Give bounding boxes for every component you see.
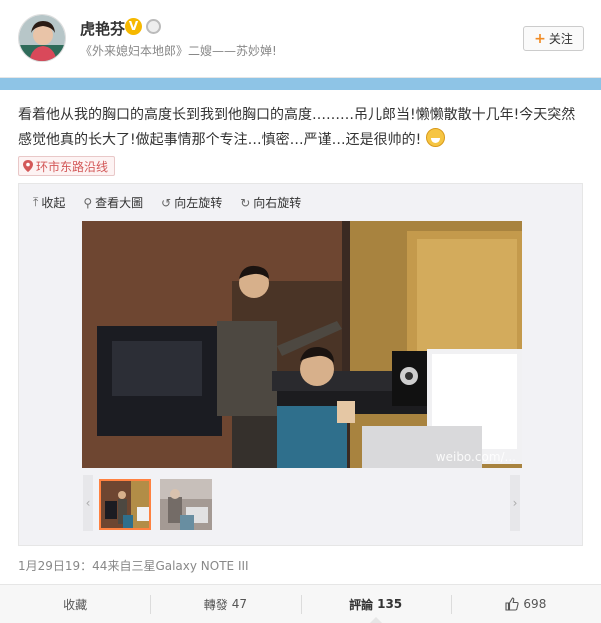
verified-badge-icon: V bbox=[125, 18, 142, 35]
comment-count: 135 bbox=[377, 597, 403, 611]
user-name[interactable]: 虎艳芬 bbox=[80, 18, 125, 39]
view-large-label: 查看大圖 bbox=[95, 196, 144, 210]
watermark-line2: weibo.com/... bbox=[435, 450, 516, 464]
user-description: 《外来媳妇本地郎》二嫂——苏妙婵! bbox=[80, 44, 277, 58]
user-avatar[interactable] bbox=[18, 14, 66, 62]
comment-button[interactable]: 評論 135 bbox=[300, 585, 451, 623]
rotate-right-button[interactable]: ↻ 向右旋转 bbox=[240, 194, 301, 211]
comment-label: 評論 bbox=[349, 597, 374, 612]
grin-emoji-icon bbox=[425, 128, 445, 147]
favorite-label: 收藏 bbox=[63, 597, 88, 612]
favorite-button[interactable]: 收藏 bbox=[0, 585, 150, 623]
post-text-content: 看着他从我的胸口的高度长到我到他胸口的高度………吊儿郎当!懒懒散散十几年!今天突… bbox=[18, 107, 576, 148]
repost-count: 47 bbox=[231, 597, 248, 611]
magnifier-icon: ⚲ bbox=[83, 195, 93, 210]
thumbnail-2[interactable] bbox=[160, 479, 212, 530]
thumbnail-1[interactable] bbox=[99, 479, 151, 530]
location-pin-icon bbox=[23, 160, 33, 172]
header-divider-stripe bbox=[0, 78, 601, 90]
rotate-left-button[interactable]: ↺ 向左旋转 bbox=[161, 194, 222, 211]
rotate-left-icon: ↺ bbox=[161, 195, 172, 210]
media-toolbar: ⤒ 收起 ⚲ 查看大圖 ↺ 向左旋转 ↻ 向右旋转 bbox=[33, 194, 301, 211]
thumbnail-1-image bbox=[101, 481, 149, 528]
collapse-label: 收起 bbox=[41, 196, 66, 210]
post-photo[interactable]: @... weibo.com/... bbox=[82, 221, 522, 468]
collapse-button[interactable]: ⤒ 收起 bbox=[33, 194, 65, 211]
photo-watermark: @... weibo.com/... bbox=[436, 436, 516, 464]
follow-button[interactable]: + 关注 bbox=[523, 26, 584, 51]
avatar-image bbox=[19, 15, 65, 61]
post-timestamp-source[interactable]: 1月29日19：44来自三星Galaxy NOTE III bbox=[18, 557, 249, 574]
watermark-line1: @... bbox=[492, 436, 516, 450]
action-bar: 收藏 轉發 47 評論 135 698 bbox=[0, 584, 601, 623]
rotate-right-icon: ↻ bbox=[240, 195, 251, 210]
medal-icon bbox=[146, 19, 161, 34]
thumbnail-2-image bbox=[160, 479, 212, 530]
location-label: 环市东路沿线 bbox=[36, 159, 109, 174]
like-button[interactable]: 698 bbox=[450, 585, 601, 623]
thumb-next-button[interactable]: › bbox=[510, 475, 520, 531]
follow-label: 关注 bbox=[548, 32, 573, 46]
rotate-left-label: 向左旋转 bbox=[174, 196, 223, 210]
rotate-right-label: 向右旋转 bbox=[253, 196, 302, 210]
media-viewer: ⤒ 收起 ⚲ 查看大圖 ↺ 向左旋转 ↻ 向右旋转 @... weibo.com… bbox=[18, 183, 583, 546]
collapse-icon: ⤒ bbox=[33, 195, 39, 209]
thumb-prev-button[interactable]: ‹ bbox=[83, 475, 93, 531]
like-count: 698 bbox=[523, 597, 547, 611]
studio-photo-image bbox=[82, 221, 522, 468]
location-tag[interactable]: 环市东路沿线 bbox=[18, 156, 116, 176]
post-header: 虎艳芬 V 《外来媳妇本地郎》二嫂——苏妙婵! + 关注 bbox=[0, 0, 601, 78]
repost-button[interactable]: 轉發 47 bbox=[150, 585, 300, 623]
plus-icon: + bbox=[534, 30, 546, 47]
view-large-button[interactable]: ⚲ 查看大圖 bbox=[83, 194, 143, 211]
thumbs-up-icon bbox=[505, 597, 520, 611]
repost-label: 轉發 bbox=[203, 597, 228, 612]
post-text: 看着他从我的胸口的高度长到我到他胸口的高度………吊儿郎当!懒懒散散十几年!今天突… bbox=[18, 103, 583, 153]
